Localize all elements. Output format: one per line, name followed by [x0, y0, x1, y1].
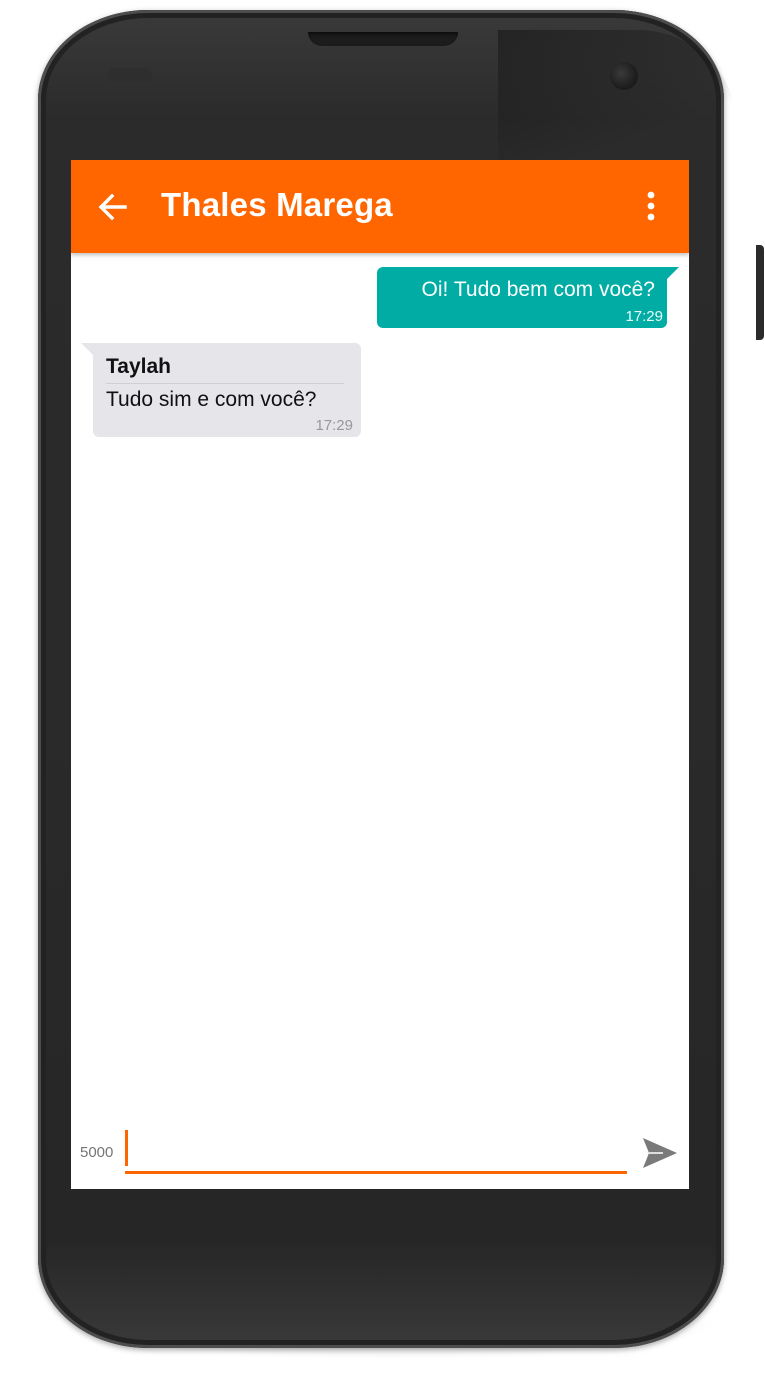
sender-divider — [106, 383, 344, 384]
message-timestamp: 17:29 — [625, 308, 663, 325]
message-composer: 5000 — [71, 1120, 689, 1189]
arrow-left-icon[interactable] — [95, 190, 129, 224]
front-camera — [610, 62, 638, 90]
send-button[interactable] — [641, 1134, 679, 1172]
message-text: Oi! Tudo bem com você? — [421, 278, 655, 301]
message-text: Tudo sim e com você? — [106, 388, 317, 411]
send-icon — [643, 1138, 677, 1168]
app-screen: Thales Marega Oi! Tudo bem com você? 17:… — [71, 160, 689, 1189]
more-vertical-icon[interactable] — [641, 190, 661, 224]
message-timestamp: 17:29 — [315, 417, 353, 434]
earpiece-speaker — [308, 32, 458, 46]
incoming-message-bubble[interactable]: Taylah Tudo sim e com você? 17:29 — [93, 343, 361, 437]
page: Thales Marega Oi! Tudo bem com você? 17:… — [0, 0, 765, 1394]
power-button — [756, 245, 764, 340]
text-cursor — [125, 1130, 128, 1166]
conversation-title: Thales Marega — [161, 186, 393, 223]
outgoing-message-bubble[interactable]: Oi! Tudo bem com você? 17:29 — [377, 267, 667, 328]
proximity-sensor — [108, 68, 152, 82]
message-sender: Taylah — [106, 355, 171, 378]
phone-glare — [498, 30, 738, 170]
message-input[interactable] — [125, 1128, 627, 1174]
outgoing-bubble-tail — [665, 267, 679, 281]
message-list[interactable]: Oi! Tudo bem com você? 17:29 Taylah Tudo… — [71, 253, 689, 1113]
character-counter: 5000 — [80, 1144, 114, 1161]
app-bar: Thales Marega — [71, 160, 689, 253]
